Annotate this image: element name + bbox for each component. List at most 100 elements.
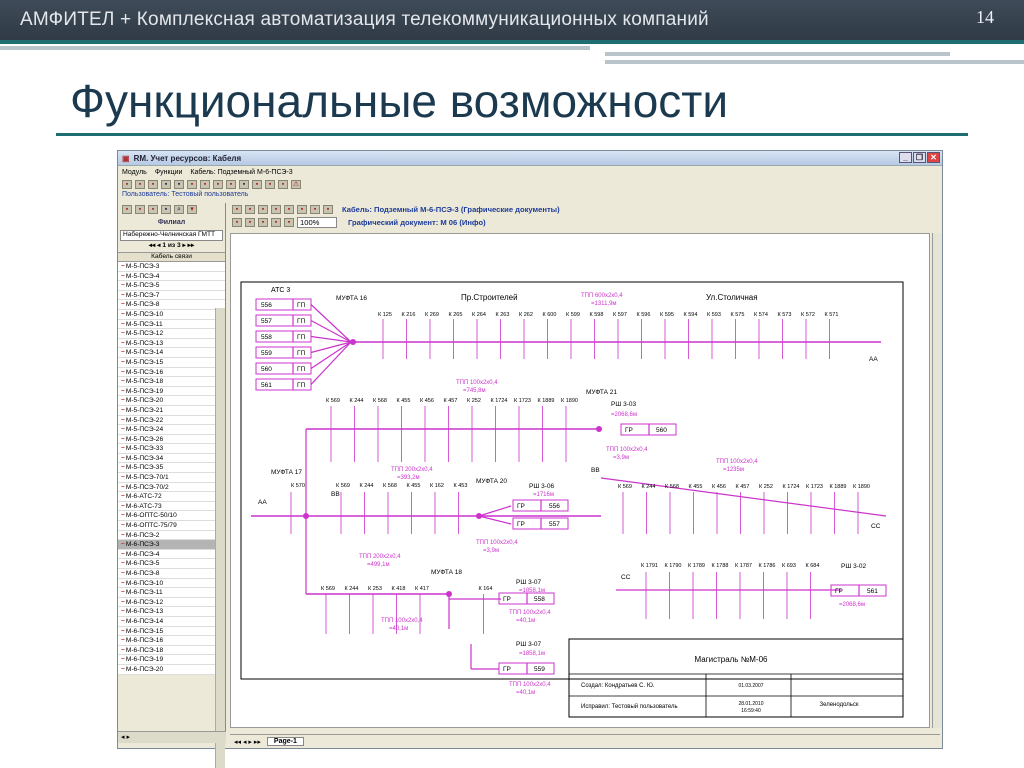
- list-item[interactable]: ~М-5-ПСЭ-13: [118, 338, 225, 349]
- list-item[interactable]: ~М-5-ПСЭ-15: [118, 357, 225, 368]
- list-item[interactable]: ~М-5-ПСЭ-26: [118, 434, 225, 445]
- close-button[interactable]: ✕: [927, 152, 940, 163]
- list-item[interactable]: ~М-6-ПСЭ-19: [118, 655, 225, 665]
- list-item[interactable]: ~М-6-ПСЭ-3: [118, 540, 225, 550]
- toolbar-button[interactable]: ▪: [252, 180, 262, 189]
- list-item[interactable]: ~М-6-ОПТС-75/79: [118, 521, 225, 531]
- list-item[interactable]: ~М-5-ПСЭ-4: [118, 271, 225, 282]
- list-item[interactable]: ~М-6-ПСЭ-18: [118, 645, 225, 656]
- toolbar-button[interactable]: ▪: [232, 205, 242, 214]
- toolbar-button[interactable]: ▪: [148, 205, 158, 214]
- list-item[interactable]: ~М-6-ПСЭ-8: [118, 569, 225, 579]
- diagram-vscroll[interactable]: [932, 233, 942, 728]
- list-item[interactable]: ~М-6-ПСЭ-10: [118, 578, 225, 589]
- page-nav[interactable]: ◂◂ ◂ ▸ ▸▸: [234, 738, 261, 746]
- toolbar-button[interactable]: ▪: [265, 180, 275, 189]
- list-item[interactable]: ~М-6-ПСЭ-5: [118, 559, 225, 569]
- list-item[interactable]: ~М-6-ПСЭ-2: [118, 530, 225, 541]
- toolbar-button[interactable]: ▪: [148, 180, 158, 189]
- toolbar-button[interactable]: ▪: [271, 218, 281, 227]
- toolbar-button[interactable]: ▪: [226, 180, 236, 189]
- filter-icon[interactable]: ▾: [187, 205, 197, 214]
- list-item[interactable]: ~М-6-ПСЭ-15: [118, 626, 225, 637]
- list-item-label: М-6-ПСЭ-4: [125, 550, 160, 558]
- list-item[interactable]: ~М-6-ОПТС-50/10: [118, 511, 225, 522]
- toolbar-button[interactable]: ▪: [161, 180, 171, 189]
- branch-select[interactable]: Набережно-Челнинская ГМТТ: [120, 230, 223, 241]
- list-item[interactable]: ~М-6-ПСЭ-20: [118, 664, 225, 675]
- list-item[interactable]: ~М-5-ПСЭ-70/1: [118, 473, 225, 483]
- list-item[interactable]: ~М-5-ПСЭ-19: [118, 386, 225, 397]
- list-item[interactable]: ~М-5-ПСЭ-22: [118, 415, 225, 426]
- list-item[interactable]: ~М-5-ПСЭ-5: [118, 281, 225, 291]
- user-label: Пользователь: Тестовый пользователь: [122, 191, 249, 198]
- toolbar-button[interactable]: ▪: [284, 218, 294, 227]
- list-item[interactable]: ~М-5-ПСЭ-35: [118, 463, 225, 474]
- list-item[interactable]: ~М-6-АТС-73: [118, 501, 225, 512]
- toolbar-button[interactable]: ▪: [245, 218, 255, 227]
- print-icon[interactable]: ▪: [258, 205, 268, 214]
- list-item[interactable]: ~М-6-ПСЭ-12: [118, 597, 225, 608]
- list-item[interactable]: ~М-5-ПСЭ-33: [118, 444, 225, 454]
- list-item[interactable]: ~М-5-ПСЭ-12: [118, 329, 225, 339]
- toolbar-button[interactable]: ▪: [174, 180, 184, 189]
- toolbar-button[interactable]: ▪: [161, 205, 171, 214]
- toolbar-button[interactable]: ▪: [297, 205, 307, 214]
- rsh-port-code: ГР: [517, 503, 525, 510]
- cable-icon: ~: [121, 368, 125, 376]
- diagram-canvas[interactable]: АТС 3 556 ГП 557 ГП 558 ГП 559 ГП 560 ГП 561 ГП МУФТА…: [230, 233, 930, 728]
- list-item-label: М-6-ПСЭ-18: [125, 646, 164, 654]
- toolbar-button[interactable]: ▪: [135, 180, 145, 189]
- toolbar-button[interactable]: ▪: [122, 180, 132, 189]
- zoom-select[interactable]: 100%: [297, 217, 337, 228]
- list-item[interactable]: ~М-5-ПСЭ-16: [118, 367, 225, 378]
- restore-button[interactable]: ❐: [913, 152, 926, 163]
- warning-icon[interactable]: ⚠: [291, 180, 301, 189]
- list-item[interactable]: ~М-6-ПСЭ-14: [118, 616, 225, 627]
- toolbar-button[interactable]: ▪: [213, 180, 223, 189]
- left-hscroll[interactable]: ◂ ▸: [118, 731, 226, 743]
- list-item[interactable]: ~М-5-ПСЭ-20: [118, 396, 225, 406]
- list-item[interactable]: ~М-6-ПСЭ-11: [118, 588, 225, 598]
- list-item[interactable]: ~М-6-АТС-72: [118, 492, 225, 502]
- toolbar-button[interactable]: ▪: [232, 218, 242, 227]
- list-item[interactable]: ~М-6-ПСЭ-13: [118, 607, 225, 617]
- left-scrollbar[interactable]: [215, 308, 225, 768]
- toolbar-button[interactable]: ▪: [122, 205, 132, 214]
- toolbar-button[interactable]: ▪: [187, 180, 197, 189]
- list-item[interactable]: ~М-5-ПСЭ-8: [118, 300, 225, 310]
- toolbar-button[interactable]: ▪: [284, 205, 294, 214]
- list-item[interactable]: ~М-5-ПСЭ-21: [118, 405, 225, 416]
- list-item[interactable]: ~М-5-ПСЭ-11: [118, 319, 225, 330]
- list-item[interactable]: ~М-5-ПСЭ-24: [118, 425, 225, 435]
- toolbar-button[interactable]: ▪: [239, 180, 249, 189]
- search-icon[interactable]: ⌕: [174, 205, 184, 214]
- toolbar-button[interactable]: ▪: [278, 180, 288, 189]
- list-item[interactable]: ~М-5-ПСЭ-70/2: [118, 482, 225, 493]
- list-item[interactable]: ~М-5-ПСЭ-10: [118, 309, 225, 320]
- list-item[interactable]: ~М-5-ПСЭ-7: [118, 290, 225, 301]
- list-item[interactable]: ~М-6-ПСЭ-16: [118, 636, 225, 646]
- toolbar-button[interactable]: ▪: [271, 205, 281, 214]
- minimize-button[interactable]: _: [899, 152, 912, 163]
- slide: АМФИТЕЛ + Комплексная автоматизация теле…: [0, 0, 1024, 768]
- menu-functions[interactable]: Функции: [155, 169, 183, 176]
- list-item[interactable]: ~М-5-ПСЭ-14: [118, 348, 225, 358]
- list-item[interactable]: ~М-5-ПСЭ-34: [118, 453, 225, 464]
- list-item-label: М-6-ПСЭ-13: [125, 608, 164, 616]
- menu-module[interactable]: Модуль: [122, 169, 147, 176]
- list-item[interactable]: ~М-5-ПСЭ-18: [118, 377, 225, 387]
- pager[interactable]: ◂◂ ◂ 1 из 3 ▸ ▸▸: [118, 241, 225, 252]
- toolbar-button[interactable]: ▪: [258, 218, 268, 227]
- toolbar-button[interactable]: ▪: [323, 205, 333, 214]
- menu-cable[interactable]: Кабель: Подземный М-6-ПСЭ-3: [190, 169, 292, 176]
- toolbar-button[interactable]: ▪: [245, 205, 255, 214]
- cable-icon: ~: [121, 512, 125, 520]
- list-item[interactable]: ~М-5-ПСЭ-3: [118, 262, 225, 272]
- toolbar-button[interactable]: ▪: [310, 205, 320, 214]
- tab-page-1[interactable]: Page-1: [266, 737, 304, 746]
- list-item[interactable]: ~М-6-ПСЭ-4: [118, 549, 225, 560]
- cable-line: [310, 341, 352, 370]
- toolbar-button[interactable]: ▪: [200, 180, 210, 189]
- toolbar-button[interactable]: ▪: [135, 205, 145, 214]
